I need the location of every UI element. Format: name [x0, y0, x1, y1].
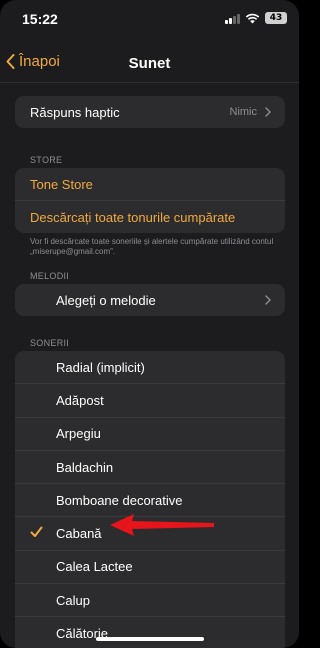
tone-store-link[interactable]: Tone Store	[15, 168, 285, 201]
status-icons: 43	[225, 12, 287, 24]
ringtones-header: SONERII	[30, 338, 70, 348]
ringtone-item[interactable]: Adăpost	[15, 384, 285, 418]
download-all-label: Descărcați toate tonurile cumpărate	[30, 209, 236, 225]
ringtone-item[interactable]: Radial (implicit)	[15, 351, 285, 385]
settings-screen: 15:22 43 Înapoi Sunet Răspuns haptic Nim…	[0, 0, 299, 648]
melodies-header: MELODII	[30, 271, 70, 281]
red-arrow-icon	[110, 514, 214, 536]
page-title: Sunet	[128, 55, 171, 72]
choose-melody-row[interactable]: Alegeți o melodie	[15, 284, 285, 316]
ringtone-item[interactable]: Calup	[15, 584, 285, 618]
haptic-row[interactable]: Răspuns haptic Nimic	[15, 96, 285, 128]
status-time: 15:22	[22, 11, 58, 27]
store-header: STORE	[30, 155, 63, 165]
ringtone-item[interactable]: Călătorie	[15, 617, 285, 648]
ringtone-item[interactable]: Calea Lactee	[15, 551, 285, 585]
store-footnote: Vor fi descărcate toate soneriile și ale…	[30, 237, 274, 256]
ringtone-label: Baldachin	[56, 459, 114, 475]
ringtone-label: Adăpost	[56, 392, 104, 408]
haptic-value: Nimic	[229, 106, 258, 118]
home-indicator[interactable]	[96, 637, 204, 641]
status-bar: 15:22 43	[0, 0, 299, 36]
wifi-icon	[245, 13, 260, 23]
melodies-group: Alegeți o melodie	[15, 284, 285, 316]
choose-melody-label: Alegeți o melodie	[56, 292, 156, 308]
chevron-right-icon	[265, 295, 271, 305]
tone-store-label: Tone Store	[30, 176, 93, 192]
cellular-signal-icon	[225, 13, 240, 24]
download-all-tones-link[interactable]: Descărcați toate tonurile cumpărate	[15, 201, 285, 233]
ringtone-label: Calea Lactee	[56, 559, 133, 575]
store-group: Tone Store Descărcați toate tonurile cum…	[15, 168, 285, 233]
haptic-label: Răspuns haptic	[30, 104, 120, 120]
chevron-right-icon	[265, 107, 271, 117]
ringtone-item[interactable]: Arpegiu	[15, 418, 285, 451]
haptic-group: Răspuns haptic Nimic	[15, 96, 285, 128]
ringtones-list: Radial (implicit) Adăpost Arpegiu Baldac…	[15, 351, 285, 648]
ringtone-label: Arpegiu	[56, 426, 101, 442]
nav-bar: Înapoi Sunet	[0, 44, 299, 83]
ringtone-label: Bomboane decorative	[56, 492, 183, 508]
ringtone-label: Călătorie	[56, 626, 109, 642]
ringtone-label: Cabană	[56, 526, 102, 542]
ringtone-label: Calup	[56, 592, 90, 608]
ringtone-label: Radial (implicit)	[56, 359, 145, 375]
ringtone-item[interactable]: Baldachin	[15, 451, 285, 485]
battery-icon: 43	[265, 12, 287, 24]
checkmark-icon	[30, 526, 43, 538]
